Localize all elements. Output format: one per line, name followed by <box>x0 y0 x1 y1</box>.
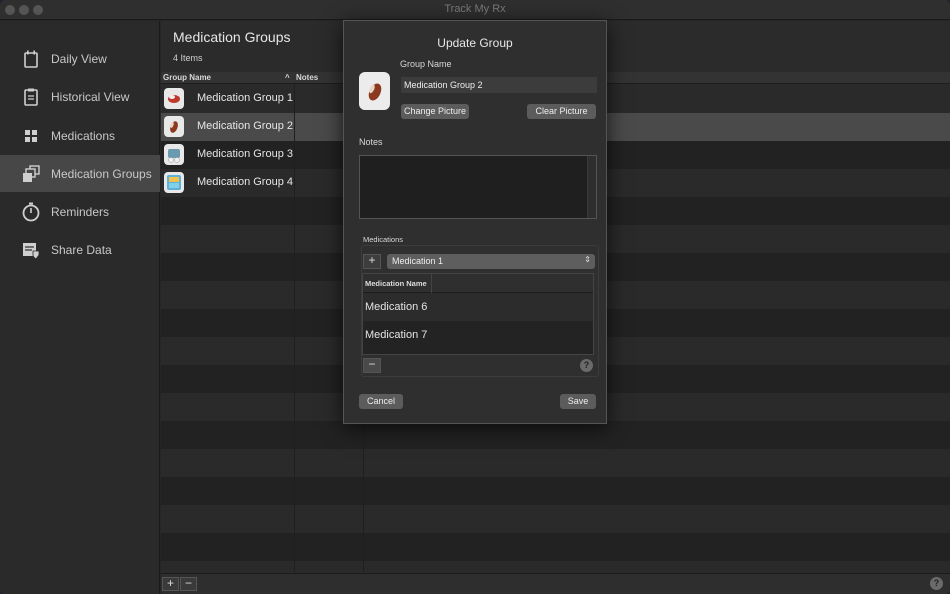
notes-label: Notes <box>359 137 383 147</box>
sort-ascending-icon[interactable]: ^ <box>285 73 290 82</box>
table-footer: + − ? <box>161 573 950 594</box>
table-row-empty <box>161 533 950 561</box>
medications-box: + Medication 1 ⇕ Medication Name Medicat… <box>361 245 599 377</box>
update-group-sheet: Update Group Group Name Medication Group… <box>343 20 607 424</box>
stacked-windows-icon <box>23 164 40 182</box>
sidebar-item-medications[interactable]: Medications <box>0 117 160 154</box>
add-medication-button[interactable]: + <box>363 254 381 269</box>
sidebar-item-label: Medication Groups <box>51 166 152 181</box>
medication-select[interactable]: Medication 1 ⇕ <box>387 254 595 269</box>
remove-medication-button[interactable]: − <box>363 358 381 373</box>
column-divider <box>431 274 432 293</box>
column-header-medication-name[interactable]: Medication Name <box>363 274 593 293</box>
group-name: Medication Group 2 <box>197 120 293 132</box>
notes-textarea[interactable] <box>359 155 597 219</box>
list-item[interactable]: Medication 6 <box>363 293 593 321</box>
chevron-up-down-icon: ⇕ <box>584 255 591 264</box>
help-button[interactable]: ? <box>580 359 593 372</box>
grid-icon <box>25 129 37 142</box>
table-row-empty <box>161 477 950 505</box>
page-title: Medication Groups <box>173 29 291 45</box>
sidebar-item-label: Reminders <box>51 204 110 219</box>
group-picture-icon[interactable] <box>359 72 390 110</box>
group-picture-icon <box>164 144 184 165</box>
change-picture-button[interactable]: Change Picture <box>401 104 469 119</box>
help-button[interactable]: ? <box>930 577 943 590</box>
group-picture-icon <box>164 88 184 109</box>
window-title: Track My Rx <box>444 3 506 15</box>
sidebar-item-reminders[interactable]: Reminders <box>0 193 160 230</box>
dialog-title: Update Group <box>437 36 513 50</box>
sidebar-item-daily-view[interactable]: Daily View <box>0 40 160 77</box>
remove-group-button[interactable]: − <box>180 577 197 591</box>
shield-document-icon <box>23 242 40 260</box>
medications-label: Medications <box>363 235 404 244</box>
calendar-icon <box>24 50 38 68</box>
table-row-empty <box>161 421 950 449</box>
sidebar: Daily View Historical View Medications M… <box>0 21 160 594</box>
group-name: Medication Group 3 <box>197 148 293 160</box>
group-picture-icon <box>164 172 184 193</box>
group-name-field[interactable]: Medication Group 2 <box>401 77 597 93</box>
column-divider <box>294 84 295 572</box>
notes-scrollbar[interactable] <box>587 156 596 218</box>
clear-picture-button[interactable]: Clear Picture <box>527 104 596 119</box>
group-name: Medication Group 1 <box>197 92 293 104</box>
sidebar-item-label: Historical View <box>51 89 130 104</box>
add-group-button[interactable]: + <box>162 577 179 591</box>
list-item[interactable]: Medication 7 <box>363 321 593 349</box>
stopwatch-icon <box>22 202 40 221</box>
sidebar-item-share-data[interactable]: Share Data <box>0 231 160 268</box>
group-name: Medication Group 4 <box>197 176 293 188</box>
cancel-button[interactable]: Cancel <box>359 394 403 409</box>
sidebar-item-label: Daily View <box>51 51 107 66</box>
item-count: 4 Items <box>173 53 203 63</box>
sidebar-item-label: Medications <box>51 128 116 143</box>
app-window: Track My Rx Daily View Historical View M… <box>0 0 950 594</box>
sidebar-item-label: Share Data <box>51 242 112 257</box>
title-bar: Track My Rx <box>0 0 950 20</box>
sidebar-item-historical-view[interactable]: Historical View <box>0 78 160 115</box>
sidebar-item-medication-groups[interactable]: Medication Groups <box>0 155 160 192</box>
column-header-notes[interactable]: Notes <box>296 73 318 82</box>
medication-select-value: Medication 1 <box>392 256 444 266</box>
save-button[interactable]: Save <box>560 394 596 409</box>
group-picture-icon <box>164 116 184 137</box>
medications-table: Medication Name Medication 6 Medication … <box>362 273 594 355</box>
group-name-label: Group Name <box>400 59 452 69</box>
column-header-group-name[interactable]: Group Name <box>163 73 211 82</box>
clipboard-icon <box>24 88 38 106</box>
